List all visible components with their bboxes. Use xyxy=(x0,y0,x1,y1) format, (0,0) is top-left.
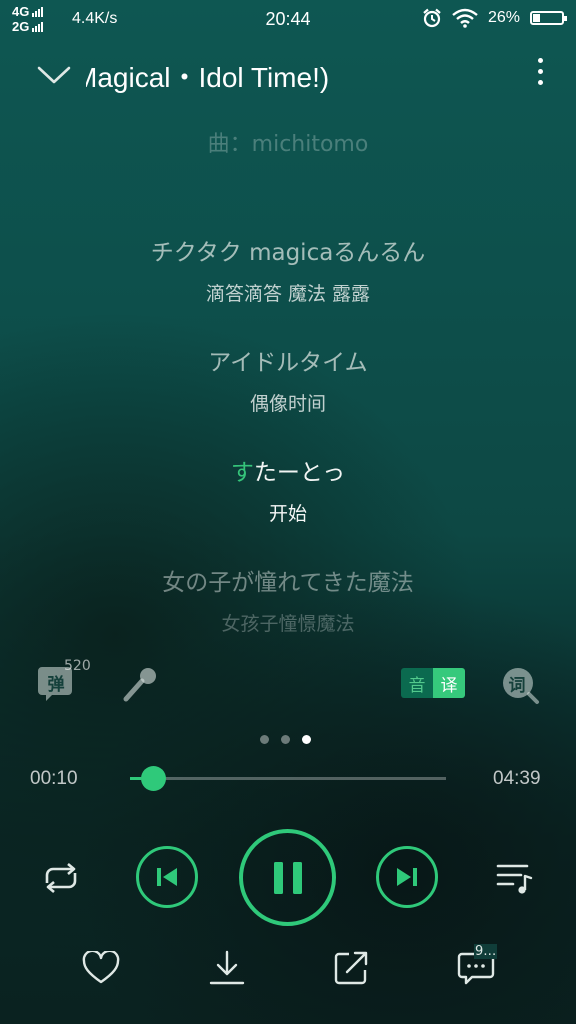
comments-count: 9… xyxy=(474,944,498,959)
translation-toggle[interactable]: 音 译 xyxy=(401,668,465,698)
repeat-button[interactable] xyxy=(38,858,84,898)
toggle-pronunciation[interactable]: 音 xyxy=(401,668,433,698)
more-vertical-icon xyxy=(530,58,550,85)
pause-icon xyxy=(273,861,302,894)
share-button[interactable] xyxy=(330,948,372,988)
microphone-icon xyxy=(123,668,156,702)
song-title: Magical・Idol Time!) xyxy=(86,62,330,93)
download-button[interactable] xyxy=(206,948,248,988)
lyric-line[interactable]: チクタク magicaるんるん 滴答滴答 魔法 露露 xyxy=(0,233,576,306)
lyric-original: 女の子が憧れてきた魔法 xyxy=(162,570,414,596)
danmaku-label: 弹 xyxy=(47,674,65,695)
lyrics-search-button[interactable]: 词 xyxy=(500,665,540,705)
lyrics-search-label: 词 xyxy=(508,675,526,696)
more-button[interactable] xyxy=(530,58,550,92)
lyric-original: すたーとっ xyxy=(0,453,576,487)
download-icon xyxy=(209,950,245,985)
page-dot[interactable] xyxy=(260,735,269,744)
playlist-button[interactable] xyxy=(494,858,536,898)
status-right: 26% xyxy=(422,8,567,28)
collapse-button[interactable] xyxy=(36,60,72,90)
playlist-icon xyxy=(496,864,533,894)
lyric-line[interactable]: 女の子が憧れてきた魔法 女孩子憧憬魔法 xyxy=(0,563,576,636)
progress-bar[interactable] xyxy=(130,777,446,780)
next-button[interactable] xyxy=(376,846,438,908)
composer-credit: 曲：michitomo xyxy=(207,132,369,157)
heart-icon xyxy=(82,951,120,984)
chevron-down-icon xyxy=(37,66,71,84)
skip-previous-icon xyxy=(157,868,177,886)
play-pause-button[interactable] xyxy=(239,829,336,926)
lyric-original: チクタク magicaるんるん xyxy=(150,240,426,266)
repeat-icon xyxy=(45,863,77,893)
battery-percent: 26% xyxy=(487,9,520,26)
page-dot[interactable] xyxy=(281,735,290,744)
wifi-icon xyxy=(452,8,478,28)
lyric-translation: 开始 xyxy=(268,503,307,525)
total-time: 04:39 xyxy=(493,768,541,789)
skip-next-icon xyxy=(397,868,417,886)
status-bar: 4G 2G 4.4K/s 20:44 26% xyxy=(0,0,576,40)
progress-played xyxy=(130,777,142,780)
page-indicator xyxy=(260,735,311,744)
share-icon xyxy=(334,951,368,985)
danmaku-count: 520 xyxy=(64,658,91,674)
lyric-translation: 滴答滴答 魔法 露露 xyxy=(205,283,371,305)
alarm-icon xyxy=(423,8,441,28)
lyric-original: アイドルタイム xyxy=(208,350,368,376)
karaoke-button[interactable] xyxy=(120,664,160,704)
lyric-progress-highlight: す xyxy=(230,460,254,486)
lyric-remaining: たーとっ xyxy=(253,460,346,486)
previous-button[interactable] xyxy=(136,846,198,908)
lyric-line[interactable]: アイドルタイム 偶像时间 xyxy=(0,343,576,416)
page-dot-active[interactable] xyxy=(302,735,311,744)
lyric-translation: 女孩子憧憬魔法 xyxy=(221,613,355,635)
lyric-line-current[interactable]: すたーとっ 开始 xyxy=(0,453,576,526)
progress-knob[interactable] xyxy=(140,766,166,791)
favorite-button[interactable] xyxy=(80,948,122,988)
battery-icon xyxy=(530,11,567,25)
toggle-translation[interactable]: 译 xyxy=(433,668,465,698)
lyric-translation: 偶像时间 xyxy=(249,393,326,415)
elapsed-time: 00:10 xyxy=(30,768,78,789)
